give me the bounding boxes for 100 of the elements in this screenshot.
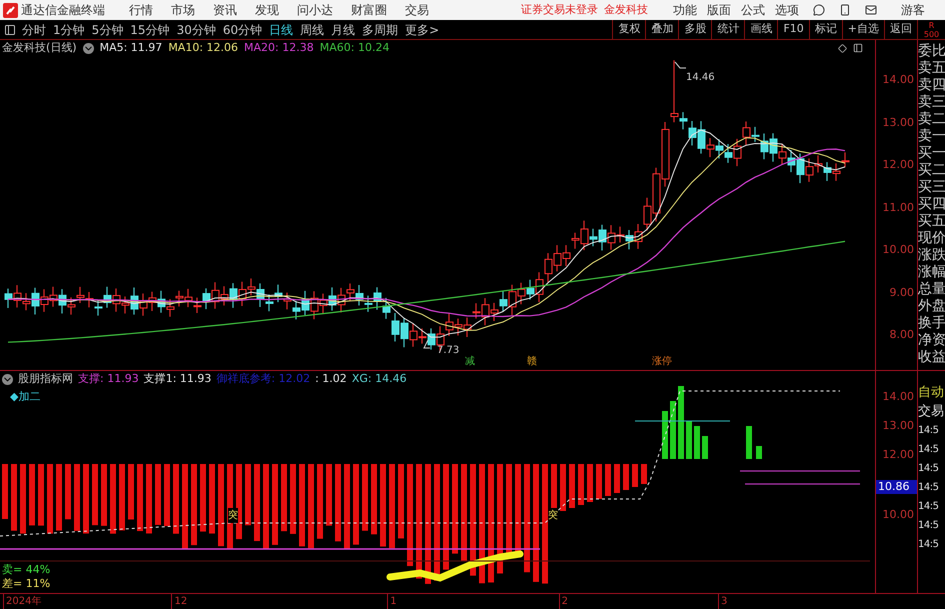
- date-axis-label: 12: [171, 594, 188, 608]
- user-label[interactable]: 游客: [901, 1, 925, 19]
- menu-item[interactable]: 功能: [673, 1, 697, 19]
- period-tab[interactable]: 多周期: [362, 20, 398, 38]
- histogram-bar: [756, 446, 762, 459]
- high-price-label: 14.46: [686, 71, 715, 85]
- event-label: 涨停: [652, 354, 672, 369]
- chart-tool-button[interactable]: +自选: [842, 20, 884, 39]
- chart-tool-button[interactable]: 叠加: [645, 20, 678, 39]
- leader-line: [423, 340, 430, 348]
- period-tab[interactable]: 更多>: [405, 20, 440, 38]
- phone-icon[interactable]: [839, 4, 851, 16]
- signal-marker: 突: [228, 508, 238, 523]
- corner-bottom-label: 500: [924, 30, 940, 38]
- corner-top-label: R: [928, 20, 934, 30]
- quote-label: 卖二: [918, 111, 945, 128]
- stat-label: 卖= 44%: [2, 563, 50, 577]
- indicator-axis-tick: 14.00: [882, 389, 915, 405]
- menu-item[interactable]: 发现: [255, 1, 279, 19]
- period-tab[interactable]: 5分钟: [92, 20, 124, 38]
- histogram-bar: [662, 411, 668, 459]
- date-axis-label: 1: [387, 594, 397, 608]
- quote-label: 委比: [918, 43, 945, 60]
- price-axis-tick: 12.00: [882, 157, 914, 174]
- date-axis-label: 3: [718, 594, 728, 608]
- side-label: 14:5: [918, 481, 940, 495]
- indicator-axis-tick: 12.00: [882, 447, 915, 463]
- indicator-axis-tick: 10.00: [882, 507, 915, 523]
- login-status: 证券交易未登录: [521, 2, 598, 18]
- chart-title: 金发科技(日线): [2, 40, 77, 56]
- price-axis-tick: 10.00: [882, 242, 914, 258]
- mail-icon[interactable]: [865, 4, 877, 16]
- side-label: 14:5: [918, 538, 940, 552]
- ma-readout: MA5: 11.97: [100, 40, 162, 56]
- ma-readout: MA10: 12.06: [168, 40, 238, 56]
- quote-label: 买四: [918, 196, 945, 213]
- menu-item[interactable]: 问小达: [297, 1, 333, 19]
- dropdown-icon[interactable]: [82, 42, 94, 54]
- menu-item[interactable]: 版面: [707, 1, 731, 19]
- side-label: 交易: [918, 403, 945, 421]
- period-tab[interactable]: 1分钟: [53, 20, 85, 38]
- period-tab[interactable]: 30分钟: [176, 20, 216, 38]
- menu-item[interactable]: 市场: [171, 1, 195, 19]
- side-label: 14:5: [918, 462, 940, 476]
- side-label: 14:5: [918, 519, 940, 533]
- indicator-axis-tick: 13.00: [882, 418, 915, 434]
- menu-item[interactable]: 公式: [741, 1, 765, 19]
- chat-icon[interactable]: [813, 4, 825, 16]
- menu-item[interactable]: 选项: [775, 1, 799, 19]
- period-tab[interactable]: 日线: [269, 20, 294, 38]
- period-tab[interactable]: 分时: [22, 20, 46, 38]
- chart-tool-button[interactable]: 标记: [808, 20, 842, 39]
- panel-icon[interactable]: [853, 43, 863, 53]
- quote-label: 涨幅: [918, 264, 945, 281]
- side-label: 自动: [918, 384, 945, 402]
- price-axis-tick: 9.00: [890, 284, 914, 301]
- leader-line: [674, 62, 686, 68]
- low-price-label: 7.73: [437, 344, 460, 358]
- event-label: 减: [465, 354, 475, 369]
- ma-readout: MA60: 10.24: [320, 40, 390, 56]
- price-axis-tick: 13.00: [882, 114, 914, 131]
- price-axis-tick: 14.00: [882, 72, 914, 88]
- chart-tool-button[interactable]: 复权: [612, 20, 646, 39]
- stock-name: 金发科技: [604, 2, 648, 18]
- chart-tool-button[interactable]: F10: [777, 20, 809, 39]
- diamond-icon[interactable]: [838, 44, 847, 52]
- dropdown-icon[interactable]: [2, 374, 13, 384]
- legend-label: ◆加二: [10, 389, 40, 405]
- indicator-readout: 御祥底参考: 12.02: [216, 370, 310, 387]
- side-label: 14:5: [918, 500, 940, 514]
- menu-item[interactable]: 财富圈: [351, 1, 387, 19]
- quote-label: 卖三: [918, 94, 945, 111]
- date-axis-label: 2: [558, 594, 568, 608]
- sidebar-toggle-icon[interactable]: [4, 24, 16, 36]
- indicator-readout: : 1.02: [315, 370, 347, 387]
- chart-tool-button[interactable]: 返回: [884, 20, 917, 39]
- period-tab[interactable]: 周线: [300, 20, 324, 38]
- side-label: 14:5: [918, 424, 940, 438]
- histogram-bar: [670, 401, 676, 459]
- period-tab[interactable]: 月线: [331, 20, 356, 38]
- menu-item[interactable]: 资讯: [213, 1, 237, 19]
- event-label: 赣: [527, 354, 537, 369]
- quote-label: 净资: [918, 332, 945, 349]
- chart-tool-button[interactable]: 画线: [744, 20, 778, 39]
- ma-readout: MA20: 12.38: [244, 40, 314, 56]
- quote-label: 卖四: [918, 77, 945, 94]
- chart-tool-button[interactable]: 多股: [678, 20, 712, 39]
- period-tab[interactable]: 60分钟: [222, 20, 262, 38]
- date-axis-label: 2024年: [3, 594, 42, 608]
- chart-tool-button[interactable]: 统计: [711, 20, 744, 39]
- price-axis-tick: 8.00: [890, 327, 914, 344]
- app-name: 通达信金融终端: [21, 2, 105, 19]
- quote-label: 买一: [918, 145, 945, 162]
- period-tab[interactable]: 15分钟: [130, 20, 170, 38]
- side-label: 14:5: [918, 443, 940, 457]
- quote-label: 买三: [918, 179, 945, 196]
- stat-label: 差= 11%: [2, 577, 50, 591]
- menu-item[interactable]: 行情: [129, 1, 153, 19]
- menu-item[interactable]: 交易: [405, 1, 429, 19]
- indicator-readout: 支撑: 11.93: [78, 370, 139, 387]
